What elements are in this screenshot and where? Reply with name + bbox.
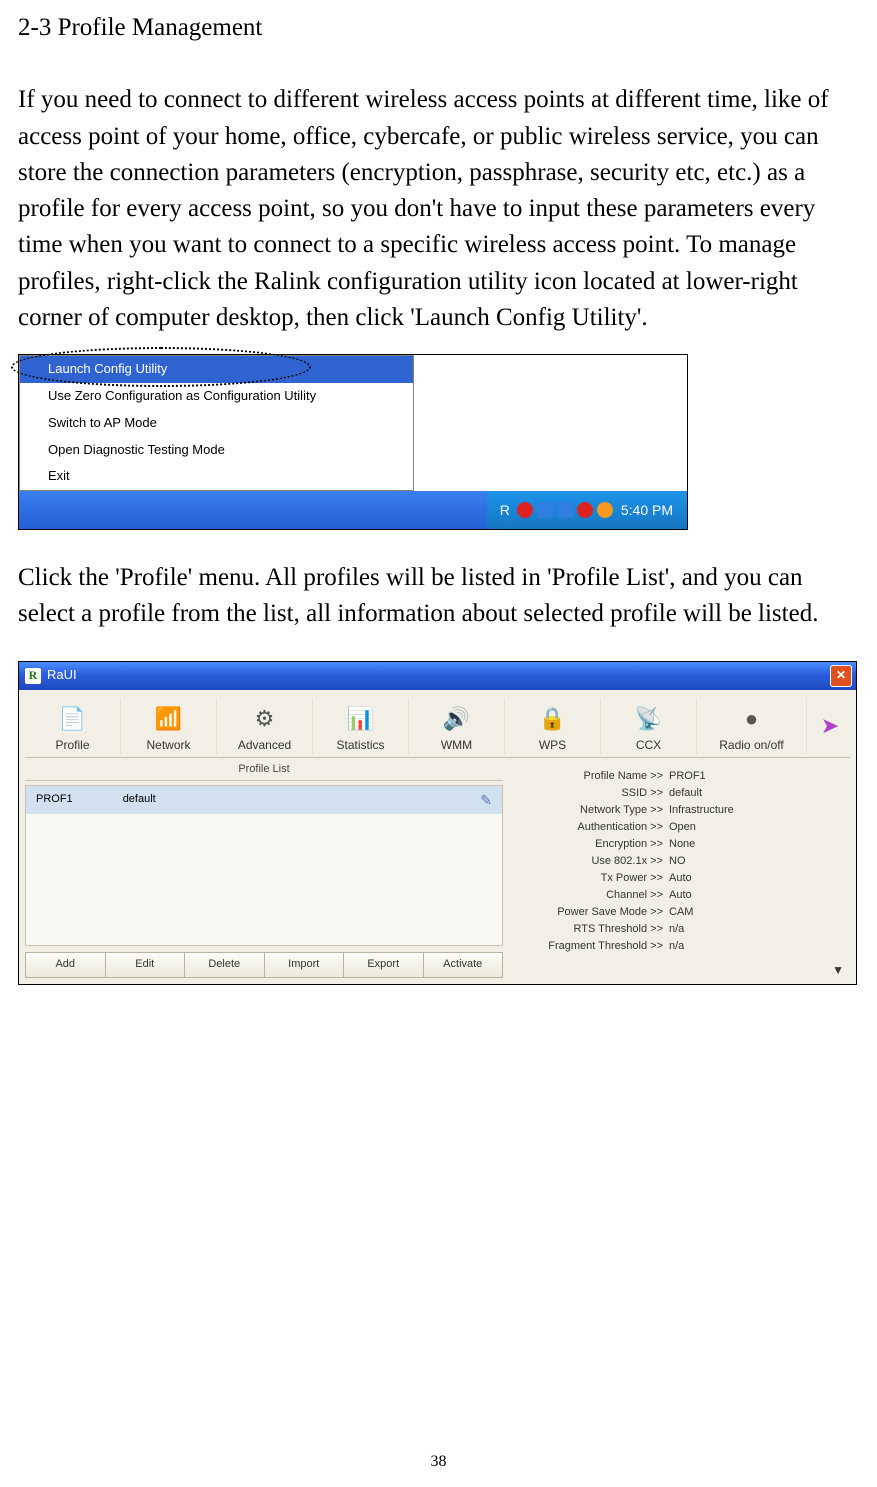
context-menu-item-diagnostic[interactable]: Open Diagnostic Testing Mode xyxy=(20,437,413,464)
detail-key: Channel >> xyxy=(517,887,667,904)
delete-button[interactable]: Delete xyxy=(185,952,265,978)
detail-value: None xyxy=(667,836,850,853)
profile-row-ssid: default xyxy=(123,792,156,808)
detail-value: default xyxy=(667,785,850,802)
tab-wmm[interactable]: 🔊WMM xyxy=(409,698,505,754)
profile-row[interactable]: PROF1 default ✎ xyxy=(26,786,502,814)
tab-statistics[interactable]: 📊Statistics xyxy=(313,698,409,754)
taskbar-clock: 5:40 PM xyxy=(621,500,673,520)
detail-value: NO xyxy=(667,853,850,870)
detail-value: n/a xyxy=(667,938,850,955)
tab-label: Advanced xyxy=(238,737,291,754)
context-menu-item-exit[interactable]: Exit xyxy=(20,463,413,490)
ccx-icon: 📡 xyxy=(635,702,662,736)
tab-network[interactable]: 📶Network xyxy=(121,698,217,754)
tab-wps[interactable]: 🔒WPS xyxy=(505,698,601,754)
expand-arrow-icon[interactable]: ➤ xyxy=(816,711,850,741)
paragraph-1: If you need to connect to different wire… xyxy=(18,82,859,336)
detail-key: Power Save Mode >> xyxy=(517,904,667,921)
detail-value: Open xyxy=(667,819,850,836)
wps-icon: 🔒 xyxy=(539,702,566,736)
detail-value: n/a xyxy=(667,921,850,938)
detail-key: Encryption >> xyxy=(517,836,667,853)
context-menu-item-use-zero[interactable]: Use Zero Configuration as Configuration … xyxy=(20,383,413,410)
tray-antivirus-icon[interactable] xyxy=(577,502,593,518)
tab-label: Radio on/off xyxy=(719,737,784,754)
tab-ccx[interactable]: 📡CCX xyxy=(601,698,697,754)
detail-value: Auto xyxy=(667,887,850,904)
add-button[interactable]: Add xyxy=(25,952,106,978)
taskbar: R 5:40 PM xyxy=(19,491,687,529)
tray-shield-icon[interactable] xyxy=(517,502,533,518)
detail-value: CAM xyxy=(667,904,850,921)
radio-icon: ● xyxy=(745,702,758,736)
detail-key: Tx Power >> xyxy=(517,870,667,887)
profile-row-edit-icon[interactable]: ✎ xyxy=(480,790,492,810)
profile-button-row: Add Edit Delete Import Export Activate xyxy=(25,952,503,978)
tab-label: CCX xyxy=(636,737,661,754)
profile-icon: 📄 xyxy=(59,702,86,736)
export-button[interactable]: Export xyxy=(344,952,424,978)
page-number: 38 xyxy=(18,1450,859,1473)
close-button[interactable]: ✕ xyxy=(830,665,852,687)
tray-wifi-icon[interactable] xyxy=(597,502,613,518)
system-tray: R 5:40 PM xyxy=(487,491,687,529)
detail-value: PROF1 xyxy=(667,768,850,785)
section-heading: 2-3 Profile Management xyxy=(18,10,859,46)
tray-icons: R xyxy=(497,502,613,518)
detail-key: RTS Threshold >> xyxy=(517,921,667,938)
paragraph-2: Click the 'Profile' menu. All profiles w… xyxy=(18,560,859,633)
figure-context-menu: Launch Config Utility Use Zero Configura… xyxy=(18,354,688,530)
import-button[interactable]: Import xyxy=(265,952,345,978)
profile-row-name: PROF1 xyxy=(36,792,73,808)
raui-app-icon: R xyxy=(25,668,41,684)
wmm-icon: 🔊 xyxy=(443,702,470,736)
detail-key: Network Type >> xyxy=(517,802,667,819)
profile-list-header: Profile List xyxy=(25,762,503,781)
profile-list[interactable]: PROF1 default ✎ xyxy=(25,785,503,946)
tab-label: WMM xyxy=(441,737,472,754)
profile-details: Profile Name >>PROF1 SSID >>default Netw… xyxy=(513,762,850,978)
tab-label: Statistics xyxy=(336,737,384,754)
tray-icon[interactable]: R xyxy=(497,502,513,518)
figure-raui-window: R RaUI ✕ 📄Profile 📶Network ⚙Advanced 📊St… xyxy=(18,661,857,985)
network-icon: 📶 xyxy=(155,702,182,736)
highlight-ellipse xyxy=(11,347,311,387)
detail-key: SSID >> xyxy=(517,785,667,802)
tab-advanced[interactable]: ⚙Advanced xyxy=(217,698,313,754)
tab-label: Profile xyxy=(55,737,89,754)
tab-profile[interactable]: 📄Profile xyxy=(25,698,121,754)
raui-window-title: RaUI xyxy=(47,666,77,685)
detail-key: Profile Name >> xyxy=(517,768,667,785)
detail-value: Infrastructure xyxy=(667,802,850,819)
detail-key: Fragment Threshold >> xyxy=(517,938,667,955)
tray-network-icon[interactable] xyxy=(537,502,553,518)
statistics-icon: 📊 xyxy=(347,702,374,736)
detail-value: Auto xyxy=(667,870,850,887)
collapse-caret-icon[interactable]: ▼ xyxy=(832,962,844,979)
context-menu-item-switch-ap[interactable]: Switch to AP Mode xyxy=(20,410,413,437)
raui-tabbar: 📄Profile 📶Network ⚙Advanced 📊Statistics … xyxy=(25,696,850,758)
detail-key: Authentication >> xyxy=(517,819,667,836)
detail-key: Use 802.1x >> xyxy=(517,853,667,870)
edit-button[interactable]: Edit xyxy=(106,952,186,978)
tray-volume-icon[interactable] xyxy=(557,502,573,518)
tab-radio[interactable]: ●Radio on/off xyxy=(697,698,807,754)
raui-titlebar: R RaUI ✕ xyxy=(19,662,856,690)
tab-label: Network xyxy=(146,737,190,754)
activate-button[interactable]: Activate xyxy=(424,952,504,978)
tab-label: WPS xyxy=(539,737,566,754)
advanced-icon: ⚙ xyxy=(255,702,275,736)
